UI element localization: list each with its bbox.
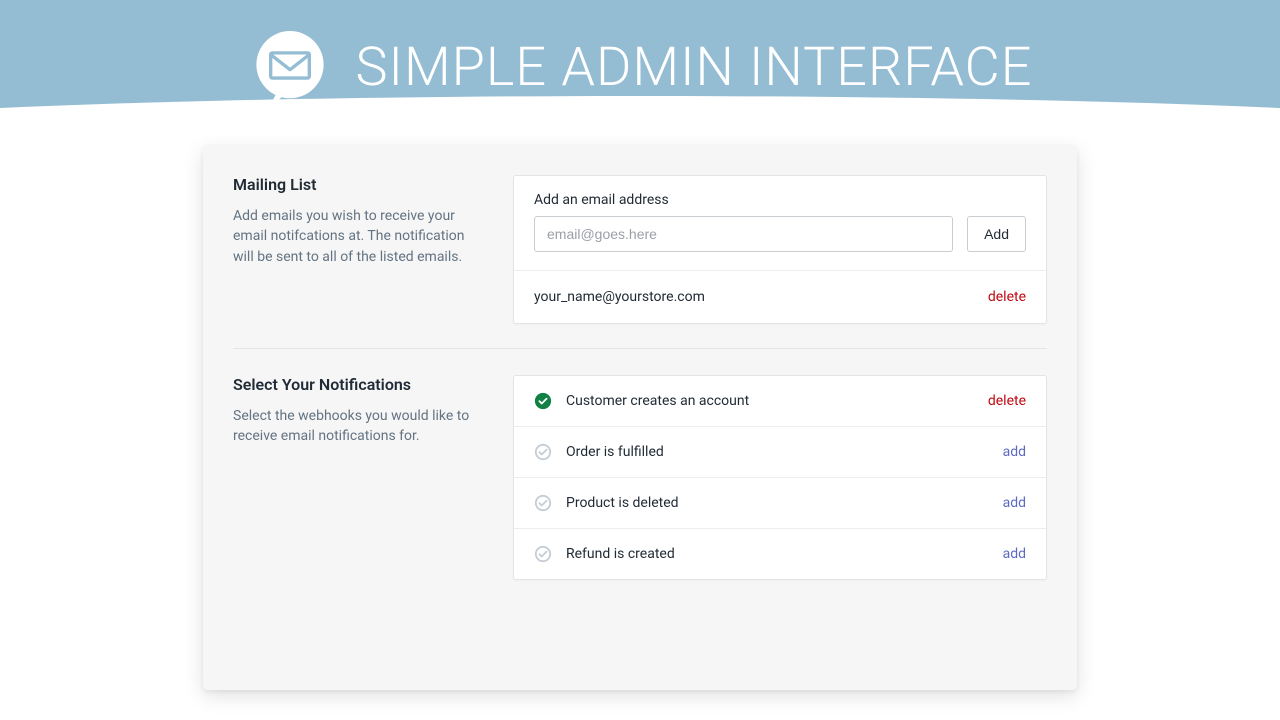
notification-delete-link[interactable]: delete <box>988 393 1026 409</box>
check-circle-filled-icon <box>534 392 552 410</box>
envelope-speech-icon <box>248 26 332 110</box>
check-circle-outline-icon <box>534 494 552 512</box>
notification-label: Refund is created <box>566 546 989 562</box>
email-list-row: your_name@yourstore.com delete <box>514 271 1046 323</box>
check-circle-outline-icon <box>534 545 552 563</box>
notification-row: Product is deleted add <box>514 478 1046 529</box>
notification-row: Order is fulfilled add <box>514 427 1046 478</box>
notifications-description: Select the webhooks you would like to re… <box>233 406 473 447</box>
notification-label: Order is fulfilled <box>566 444 989 460</box>
email-input[interactable] <box>534 216 953 252</box>
notification-row: Customer creates an account delete <box>514 376 1046 427</box>
hero-title: SIMPLE ADMIN INTERFACE <box>356 36 1033 99</box>
notification-label: Customer creates an account <box>566 393 974 409</box>
mailing-title: Mailing List <box>233 175 473 194</box>
hero-banner: SIMPLE ADMIN INTERFACE <box>0 0 1280 135</box>
notification-add-link[interactable]: add <box>1003 495 1026 511</box>
notification-add-link[interactable]: add <box>1003 546 1026 562</box>
mailing-description: Add emails you wish to receive your emai… <box>233 206 473 267</box>
notifications-section: Select Your Notifications Select the web… <box>233 348 1047 580</box>
mailing-card: Add an email address Add your_name@yours… <box>513 175 1047 324</box>
add-email-button[interactable]: Add <box>967 216 1026 252</box>
notification-label: Product is deleted <box>566 495 989 511</box>
notification-row: Refund is created add <box>514 529 1046 579</box>
notifications-title: Select Your Notifications <box>233 375 473 394</box>
email-address: your_name@yourstore.com <box>534 289 705 305</box>
admin-panel: Mailing List Add emails you wish to rece… <box>203 145 1077 690</box>
email-field-label: Add an email address <box>534 192 1026 208</box>
notification-add-link[interactable]: add <box>1003 444 1026 460</box>
delete-email-link[interactable]: delete <box>988 289 1026 305</box>
check-circle-outline-icon <box>534 443 552 461</box>
mailing-list-section: Mailing List Add emails you wish to rece… <box>233 175 1047 324</box>
notifications-card: Customer creates an account delete Order… <box>513 375 1047 580</box>
